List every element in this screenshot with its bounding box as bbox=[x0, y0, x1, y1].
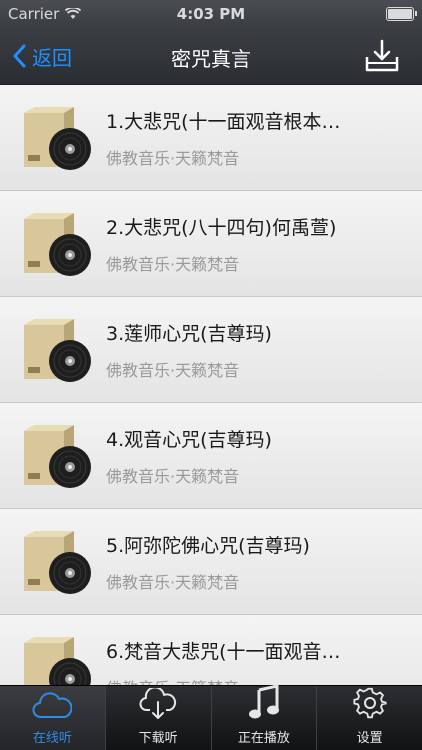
nav-bar: 返回 密咒真言 bbox=[0, 28, 422, 85]
album-cover-icon bbox=[24, 531, 91, 594]
track-artist: 佛教音乐·天籁梵音 bbox=[106, 255, 240, 274]
tab-label: 正在播放 bbox=[237, 731, 290, 746]
track-row[interactable]: 4.观音心咒(吉尊玛) 佛教音乐·天籁梵音 bbox=[0, 403, 422, 509]
track-title: 5.阿弥陀佛心咒(吉尊玛) bbox=[106, 535, 310, 557]
album-cover-icon bbox=[24, 107, 91, 170]
track-title: 2.大悲咒(八十四句)何禹萱) bbox=[106, 217, 337, 239]
album-cover-icon bbox=[24, 637, 91, 685]
track-artist: 佛教音乐·天籁梵音 bbox=[106, 675, 239, 685]
tab-gear[interactable]: 设置 bbox=[317, 686, 422, 750]
page-title: 密咒真言 bbox=[171, 47, 251, 71]
tab-label: 设置 bbox=[356, 731, 383, 746]
music-note-icon bbox=[247, 684, 281, 727]
track-list[interactable]: 1.大悲咒(十一面观音根本… 佛教音乐·天籁梵音 2.大悲咒(八十四句)何禹萱)… bbox=[0, 85, 422, 685]
tab-label: 下载听 bbox=[138, 731, 178, 746]
album-cover-icon bbox=[24, 213, 91, 276]
tab-cloud[interactable]: 在线听 bbox=[0, 686, 106, 750]
clock: 4:03 PM bbox=[176, 5, 246, 23]
download-tray-icon bbox=[365, 39, 399, 72]
track-row[interactable]: 2.大悲咒(八十四句)何禹萱) 佛教音乐·天籁梵音 bbox=[0, 191, 422, 297]
tab-label: 在线听 bbox=[32, 731, 72, 746]
track-artist: 佛教音乐·天籁梵音 bbox=[106, 149, 240, 168]
cloud-download-icon bbox=[138, 686, 178, 727]
album-cover-icon bbox=[24, 425, 91, 488]
track-title: 3.莲师心咒(吉尊玛) bbox=[106, 323, 272, 345]
track-row[interactable]: 3.莲师心咒(吉尊玛) 佛教音乐·天籁梵音 bbox=[0, 297, 422, 403]
gear-icon bbox=[353, 686, 387, 727]
track-row[interactable]: 6.梵音大悲咒(十一面观音… 佛教音乐·天籁梵音 bbox=[0, 615, 422, 685]
track-title: 1.大悲咒(十一面观音根本… bbox=[106, 111, 341, 133]
download-button[interactable] bbox=[364, 39, 400, 73]
battery-fill bbox=[388, 9, 412, 19]
track-artist: 佛教音乐·天籁梵音 bbox=[106, 361, 240, 380]
status-bar: Carrier 4:03 PM bbox=[0, 0, 422, 28]
tab-cloud-download[interactable]: 下载听 bbox=[106, 686, 212, 750]
track-row[interactable]: 5.阿弥陀佛心咒(吉尊玛) 佛教音乐·天籁梵音 bbox=[0, 509, 422, 615]
track-title: 4.观音心咒(吉尊玛) bbox=[106, 429, 272, 451]
tab-bar: 在线听 下载听 正在播放 设置 bbox=[0, 684, 422, 750]
cloud-icon bbox=[32, 690, 73, 727]
battery-icon bbox=[386, 7, 417, 21]
track-title: 6.梵音大悲咒(十一面观音… bbox=[106, 641, 341, 663]
album-cover-icon bbox=[24, 319, 91, 382]
track-artist: 佛教音乐·天籁梵音 bbox=[106, 573, 240, 592]
track-artist: 佛教音乐·天籁梵音 bbox=[106, 467, 240, 486]
tab-music-note[interactable]: 正在播放 bbox=[212, 684, 318, 750]
track-row[interactable]: 1.大悲咒(十一面观音根本… 佛教音乐·天籁梵音 bbox=[0, 85, 422, 191]
